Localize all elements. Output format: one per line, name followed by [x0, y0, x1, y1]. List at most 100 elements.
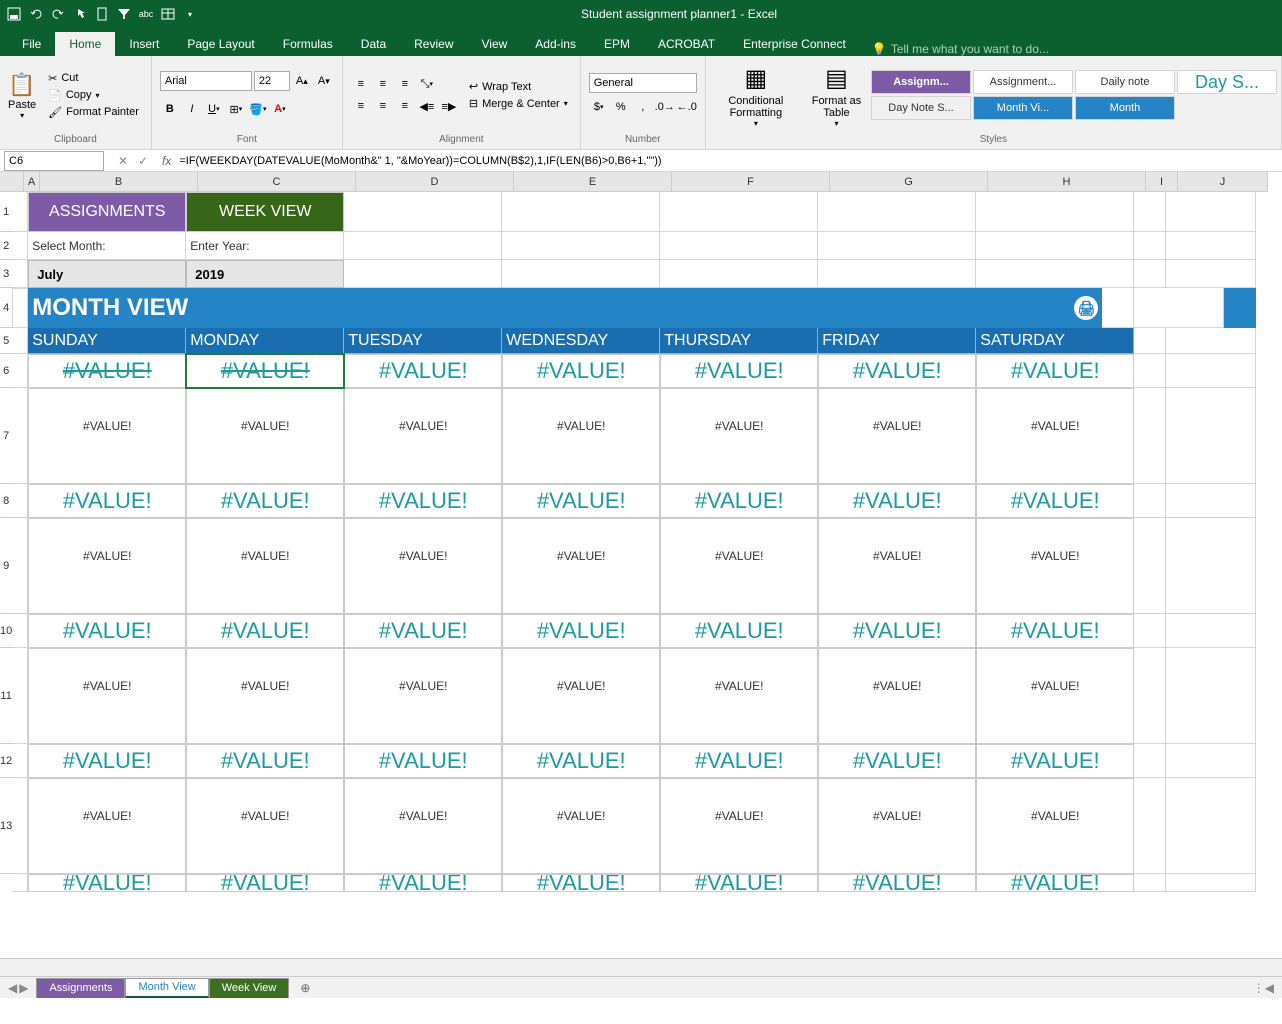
- merge-center-button[interactable]: ⊟Merge & Center▾: [465, 96, 572, 111]
- cell[interactable]: [1134, 388, 1166, 484]
- new-icon[interactable]: [92, 4, 112, 24]
- increase-decimal-icon[interactable]: .0→: [655, 97, 675, 117]
- style-month-vi[interactable]: Month Vi...: [973, 96, 1073, 120]
- italic-button[interactable]: I: [182, 99, 202, 119]
- tab-file[interactable]: File: [8, 32, 55, 56]
- cell[interactable]: [344, 232, 502, 260]
- decrease-font-icon[interactable]: A▾: [314, 71, 334, 91]
- row-11[interactable]: 11: [0, 648, 12, 744]
- note-cell[interactable]: #VALUE!: [28, 778, 186, 874]
- row-2[interactable]: 2: [0, 232, 12, 260]
- style-month[interactable]: Month: [1075, 96, 1175, 120]
- cell[interactable]: [502, 260, 660, 288]
- align-bottom-icon[interactable]: ≡: [395, 74, 415, 94]
- cell[interactable]: [1134, 288, 1224, 328]
- new-sheet-button[interactable]: ⊕: [295, 981, 315, 995]
- align-right-icon[interactable]: ≡: [395, 96, 415, 116]
- cell[interactable]: [12, 778, 28, 874]
- cell[interactable]: [1134, 260, 1166, 288]
- date-cell[interactable]: #VALUE!: [976, 354, 1134, 388]
- cell[interactable]: [12, 874, 28, 892]
- cell[interactable]: [976, 260, 1134, 288]
- day-header-thursday[interactable]: THURSDAY: [660, 328, 818, 354]
- date-cell[interactable]: #VALUE!: [344, 484, 502, 518]
- date-cell[interactable]: #VALUE!: [344, 354, 502, 388]
- tab-review[interactable]: Review: [400, 32, 467, 56]
- cell[interactable]: [1166, 232, 1256, 260]
- week-view-button[interactable]: WEEK VIEW: [186, 192, 344, 232]
- date-cell[interactable]: #VALUE!: [186, 874, 344, 892]
- cell[interactable]: [818, 192, 976, 232]
- col-I[interactable]: I: [1146, 172, 1178, 191]
- increase-font-icon[interactable]: A▴: [292, 71, 312, 91]
- cell[interactable]: [1166, 744, 1256, 778]
- paste-button[interactable]: 📋 Paste ▾: [4, 69, 40, 122]
- cell[interactable]: [1166, 328, 1256, 354]
- grid[interactable]: ASSIGNMENTS WEEK VIEW Select Month: Ente…: [12, 192, 1256, 958]
- note-cell[interactable]: #VALUE!: [186, 388, 344, 484]
- enter-formula-icon[interactable]: ✓: [134, 154, 152, 168]
- conditional-formatting-button[interactable]: ▦ Conditional Formatting▾: [710, 61, 802, 130]
- day-header-monday[interactable]: MONDAY: [186, 328, 344, 354]
- note-cell[interactable]: #VALUE!: [344, 778, 502, 874]
- horizontal-scrollbar[interactable]: [0, 958, 1282, 976]
- cell[interactable]: [1166, 388, 1256, 484]
- note-cell[interactable]: #VALUE!: [502, 648, 660, 744]
- tab-scroll-handle-icon[interactable]: ⋮: [1253, 981, 1265, 995]
- note-cell[interactable]: #VALUE!: [660, 648, 818, 744]
- date-cell[interactable]: #VALUE!: [976, 874, 1134, 892]
- cell[interactable]: [12, 354, 28, 388]
- print-icon[interactable]: 🖨: [1074, 296, 1098, 320]
- note-cell[interactable]: #VALUE!: [818, 518, 976, 614]
- note-cell[interactable]: #VALUE!: [344, 388, 502, 484]
- cell[interactable]: [12, 260, 28, 288]
- col-J[interactable]: J: [1178, 172, 1268, 191]
- day-header-sunday[interactable]: SUNDAY: [28, 328, 186, 354]
- cell[interactable]: [1134, 354, 1166, 388]
- date-cell[interactable]: #VALUE!: [660, 354, 818, 388]
- col-B[interactable]: B: [40, 172, 198, 191]
- tab-enterprise[interactable]: Enterprise Connect: [729, 32, 860, 56]
- sheet-tab-month-view[interactable]: Month View: [125, 978, 208, 998]
- tab-next-icon[interactable]: ▶: [19, 981, 28, 995]
- cell[interactable]: [1134, 192, 1166, 232]
- row-1[interactable]: 1: [0, 192, 12, 232]
- format-as-table-button[interactable]: ▤ Format as Table▾: [802, 61, 871, 130]
- underline-button[interactable]: U▾: [204, 99, 224, 119]
- date-cell[interactable]: #VALUE!: [344, 874, 502, 892]
- font-size-input[interactable]: [254, 71, 290, 91]
- cell[interactable]: [1102, 288, 1134, 328]
- date-cell[interactable]: #VALUE!: [502, 744, 660, 778]
- cell[interactable]: [1166, 260, 1256, 288]
- align-center-icon[interactable]: ≡: [373, 96, 393, 116]
- date-cell[interactable]: #VALUE!: [818, 484, 976, 518]
- cell[interactable]: [12, 648, 28, 744]
- fx-icon[interactable]: fx: [158, 154, 175, 168]
- cell[interactable]: [660, 192, 818, 232]
- note-cell[interactable]: #VALUE!: [344, 518, 502, 614]
- note-cell[interactable]: #VALUE!: [976, 518, 1134, 614]
- day-header-wednesday[interactable]: WEDNESDAY: [502, 328, 660, 354]
- col-D[interactable]: D: [356, 172, 514, 191]
- note-cell[interactable]: #VALUE!: [660, 518, 818, 614]
- note-cell[interactable]: #VALUE!: [502, 518, 660, 614]
- cell[interactable]: [502, 232, 660, 260]
- cell[interactable]: [1134, 874, 1166, 892]
- cell[interactable]: [1134, 648, 1166, 744]
- date-cell[interactable]: #VALUE!: [186, 744, 344, 778]
- date-cell[interactable]: #VALUE!: [660, 744, 818, 778]
- cell[interactable]: [1134, 744, 1166, 778]
- comma-icon[interactable]: ,: [633, 97, 653, 117]
- cell[interactable]: [1134, 518, 1166, 614]
- date-cell[interactable]: #VALUE!: [502, 614, 660, 648]
- cell[interactable]: [12, 518, 28, 614]
- name-box[interactable]: C6: [4, 151, 104, 171]
- date-cell[interactable]: #VALUE!: [818, 744, 976, 778]
- sheet-tab-assignments[interactable]: Assignments: [36, 978, 125, 998]
- date-cell[interactable]: #VALUE!: [818, 614, 976, 648]
- date-cell[interactable]: #VALUE!: [28, 614, 186, 648]
- tab-view[interactable]: View: [468, 32, 522, 56]
- cell[interactable]: [12, 388, 28, 484]
- customize-qat-icon[interactable]: ▾: [180, 4, 200, 24]
- month-view-title[interactable]: MONTH VIEW 🖨: [28, 288, 1102, 328]
